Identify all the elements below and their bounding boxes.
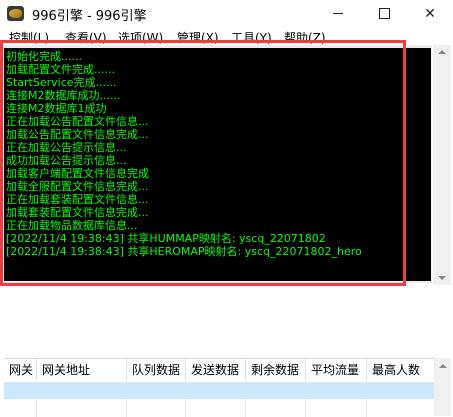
log-line: 正在加载物品数据库信息... bbox=[6, 219, 138, 232]
window-title: 996引擎 - 996引擎 bbox=[32, 9, 147, 24]
log-line: 正在加载套装配置文件信息... bbox=[6, 193, 149, 206]
column-header-remaining-data[interactable]: 剩余数据 bbox=[246, 359, 306, 381]
column-separator bbox=[126, 399, 127, 417]
log-line: StartService完成...... bbox=[6, 76, 117, 89]
column-header-sent-data[interactable]: 发送数据 bbox=[186, 359, 246, 381]
scroll-up-icon[interactable] bbox=[439, 364, 447, 368]
menu-tools[interactable]: 工具(Y) bbox=[231, 29, 272, 45]
maximize-button[interactable] bbox=[361, 0, 407, 27]
menu-help[interactable]: 帮助(Z) bbox=[284, 29, 326, 45]
log-line: [2022/11/4 19:38:43] 共享HUMMAP映射名: yscq_2… bbox=[6, 232, 326, 245]
column-header-gateway[interactable]: 网关 bbox=[4, 359, 37, 381]
menu-view[interactable]: 查看(V) bbox=[65, 29, 107, 45]
log-line: [2022/11/4 19:38:43] 共享HEROMAP映射名: yscq_… bbox=[6, 245, 362, 258]
log-line: 连接M2数据库成功...... bbox=[6, 89, 121, 102]
log-line: 正在加载公告配置文件信息... bbox=[6, 115, 149, 128]
column-separator bbox=[36, 399, 37, 417]
scroll-down-icon[interactable] bbox=[438, 276, 446, 280]
maximize-icon bbox=[378, 8, 390, 19]
column-header-queue-data[interactable]: 队列数据 bbox=[127, 359, 186, 381]
table-scrollbar[interactable] bbox=[434, 358, 451, 416]
log-line: 成功加载公告提示信息... bbox=[6, 154, 127, 167]
log-line: 加载客户端配置文件信息完成 bbox=[6, 167, 149, 180]
column-separator bbox=[305, 399, 306, 417]
column-separator bbox=[245, 399, 246, 417]
column-header-avg-traffic[interactable]: 平均流量 bbox=[306, 359, 367, 381]
log-line: 加载全服配置文件信息完成... bbox=[6, 180, 149, 193]
log-line: 加载套装配置文件信息完成... bbox=[6, 206, 149, 219]
menu-control[interactable]: 控制(L) bbox=[9, 29, 49, 45]
minimize-button[interactable] bbox=[315, 0, 361, 27]
log-scrollbar[interactable] bbox=[433, 45, 451, 285]
log-line: 加载公告配置文件信息完成... bbox=[6, 128, 149, 141]
menu-bar: 控制(L) 查看(V) 选项(W) 管理(X) 工具(Y) 帮助(Z) bbox=[0, 27, 453, 45]
log-line: 加载配置文件完成...... bbox=[6, 63, 115, 76]
gateway-table: 网关 网关地址 队列数据 发送数据 剩余数据 平均流量 最高人数 bbox=[4, 358, 434, 417]
column-header-gateway-address[interactable]: 网关地址 bbox=[37, 359, 127, 381]
close-button[interactable]: ✕ bbox=[407, 0, 453, 27]
log-console[interactable]: 初始化完成...... 加载配置文件完成...... StartService完… bbox=[4, 48, 431, 281]
column-separator bbox=[366, 399, 367, 417]
column-separator bbox=[185, 399, 186, 417]
log-line: 连接M2数据库1成功 bbox=[6, 102, 107, 115]
table-row[interactable] bbox=[4, 382, 434, 399]
menu-options[interactable]: 选项(W) bbox=[118, 29, 163, 45]
scroll-up-icon[interactable] bbox=[438, 50, 446, 54]
title-bar: 996引擎 - 996引擎 ✕ bbox=[0, 0, 453, 27]
log-line: 正在加载公告提示信息... bbox=[6, 141, 127, 154]
app-logo-icon bbox=[7, 6, 24, 21]
column-header-max-users[interactable]: 最高人数 bbox=[367, 359, 434, 381]
minimize-icon bbox=[333, 13, 343, 14]
close-icon: ✕ bbox=[424, 5, 436, 22]
menu-manage[interactable]: 管理(X) bbox=[177, 29, 219, 45]
log-line: 初始化完成...... bbox=[6, 50, 82, 63]
blank-area bbox=[0, 287, 453, 357]
